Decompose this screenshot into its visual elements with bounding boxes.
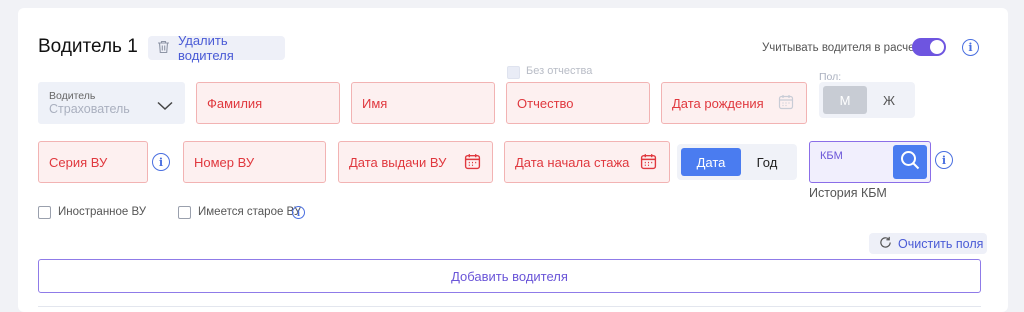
delete-driver-label: Удалить водителя <box>178 33 234 63</box>
clear-fields-button[interactable]: Очистить поля <box>869 233 987 254</box>
mode-date-option[interactable]: Дата <box>681 148 741 176</box>
mode-year-option[interactable]: Год <box>741 148 793 176</box>
calendar-icon[interactable] <box>778 94 794 115</box>
divider <box>38 306 981 307</box>
add-driver-button[interactable]: Добавить водителя <box>38 259 981 293</box>
chevron-down-icon[interactable] <box>157 98 173 116</box>
delete-driver-button[interactable]: Удалить водителя <box>148 33 285 63</box>
trash-icon <box>157 40 170 57</box>
gender-switch: М Ж <box>819 82 915 118</box>
patronymic-field[interactable]: Отчество <box>506 82 650 124</box>
foreign-license-label: Иностранное ВУ <box>58 206 147 218</box>
kbm-label: КБМ <box>820 150 843 162</box>
gender-f-option[interactable]: Ж <box>867 86 911 114</box>
driver-title: Водитель 1 <box>38 36 138 57</box>
info-icon[interactable]: i <box>292 206 305 219</box>
consider-driver-label: Учитывать водителя в расчете <box>762 42 926 54</box>
calendar-icon[interactable] <box>640 153 657 175</box>
consider-driver-toggle[interactable] <box>912 38 946 56</box>
no-patronymic-checkbox[interactable] <box>507 66 520 79</box>
driver-select-label: Водитель <box>49 90 96 102</box>
kbm-search-button[interactable] <box>893 145 927 179</box>
gender-m-option[interactable]: М <box>823 86 867 114</box>
issue-date-label: Дата выдачи ВУ <box>349 154 447 170</box>
experience-start-label: Дата начала стажа <box>515 154 630 170</box>
last-name-field[interactable]: Фамилия <box>196 82 340 124</box>
clear-fields-label: Очистить поля <box>898 236 984 251</box>
info-icon[interactable]: i <box>935 151 953 169</box>
license-series-field[interactable]: Серия ВУ <box>38 141 148 183</box>
info-icon[interactable]: i <box>152 153 170 171</box>
first-name-field[interactable]: Имя <box>351 82 495 124</box>
info-icon[interactable]: i <box>962 39 979 56</box>
old-license-label: Имеется старое ВУ <box>198 206 302 218</box>
driver-select-value: Страхователь <box>49 102 130 116</box>
no-patronymic-label: Без отчества <box>526 65 593 77</box>
birth-date-label: Дата рождения <box>672 95 764 111</box>
foreign-license-checkbox[interactable] <box>38 206 51 219</box>
calendar-icon[interactable] <box>464 153 481 175</box>
search-icon <box>900 150 920 175</box>
experience-mode-switch: Дата Год <box>677 144 797 180</box>
refresh-icon <box>879 236 892 252</box>
old-license-checkbox[interactable] <box>178 206 191 219</box>
kbm-history-link[interactable]: История КБМ <box>809 186 887 200</box>
license-number-field[interactable]: Номер ВУ <box>183 141 326 183</box>
